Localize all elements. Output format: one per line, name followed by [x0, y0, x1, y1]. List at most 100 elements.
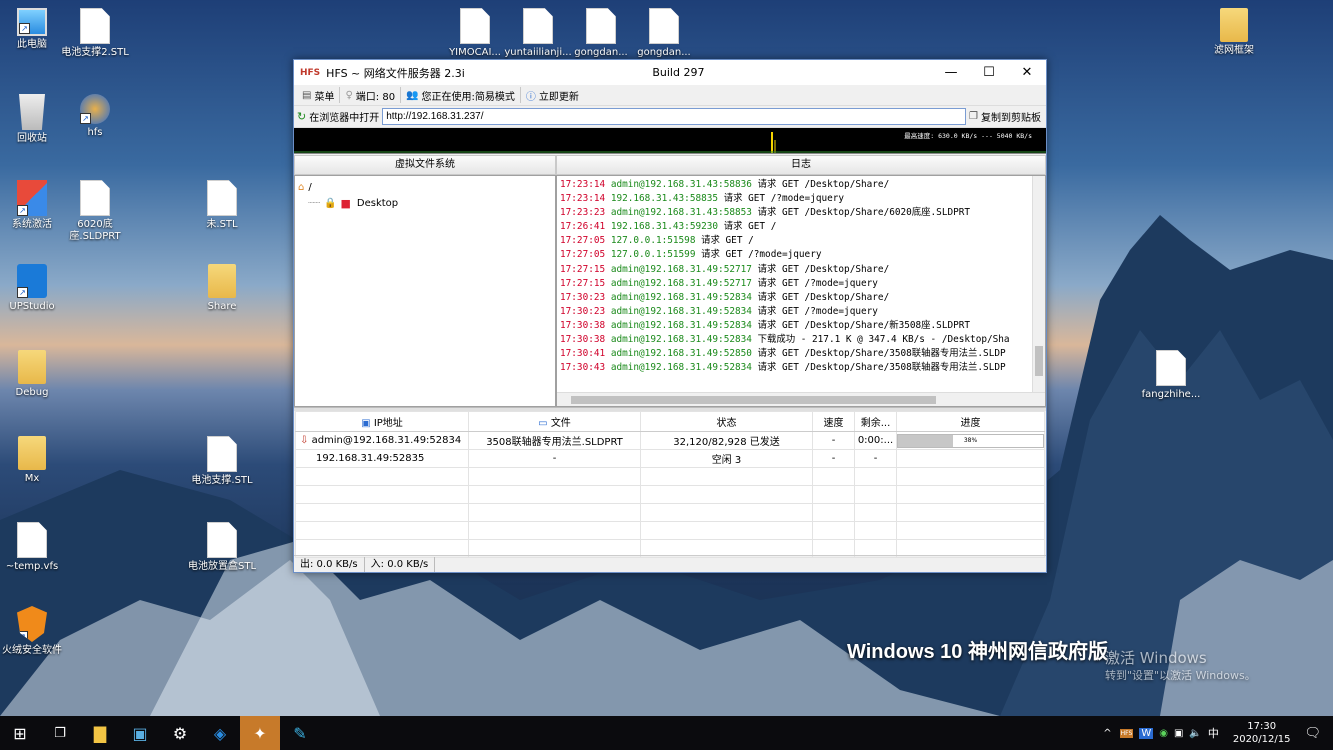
log-time: 17:30:41 [560, 348, 606, 360]
desktop-icon-battery-support-2[interactable]: 电池支撑2.STL [58, 8, 132, 59]
clock[interactable]: 17:30 2020/12/15 [1233, 720, 1291, 746]
hfs-app-icon: ↗ [80, 94, 110, 124]
windows-edition-watermark: Windows 10 神州网信政府版 [847, 641, 1108, 663]
hfs-app-icon: HFS [300, 67, 321, 78]
desktop-icon-upstudio[interactable]: ↗ UPStudio [0, 264, 69, 313]
mode-button[interactable]: 👥 您正在使用:简易模式 [401, 87, 521, 103]
log-line: 17:27:05 127.0.0.1:51598 请求 GET / [557, 234, 1045, 248]
url-field[interactable] [382, 108, 967, 125]
tree-item-desktop[interactable]: ┈┈ 🔒 ■ Desktop [298, 195, 552, 211]
log-time: 17:26:41 [560, 221, 606, 233]
start-icon[interactable]: ⊞ [0, 716, 40, 750]
port-button[interactable]: ♀ 端口: 80 [340, 87, 402, 103]
open-browser-button[interactable]: 在浏览器中打开 [309, 109, 379, 124]
cell-file-text: 3508联轴器专用法兰.SLDPRT [486, 437, 623, 448]
folder-icon [1220, 8, 1248, 42]
tray-chevron-icon[interactable]: ^ [1103, 728, 1111, 739]
empty-cell [295, 521, 469, 540]
desktop-icon-huorong[interactable]: ↗ 火绒安全软件 [0, 606, 69, 657]
upstudio-taskbar-icon[interactable]: ◈ [200, 716, 240, 750]
status-out: 出: 0.0 KB/s [294, 556, 365, 572]
hfs-window: HFS HFS ~ 网络文件服务器 2.3i Build 297 — ☐ ✕ ▤… [293, 59, 1047, 573]
tray-hfs-icon[interactable]: HFS [1119, 728, 1134, 738]
desktop-icon-fangzhihe[interactable]: fangzhihe... [1134, 350, 1208, 401]
log-msg: 请求 GET /Desktop/Share/3508联轴器专用法兰.SLDP [757, 362, 1006, 374]
log-time: 17:30:38 [560, 334, 606, 346]
desktop-icon-battery-support[interactable]: 电池支撑.STL [185, 436, 259, 487]
title-bar[interactable]: HFS HFS ~ 网络文件服务器 2.3i Build 297 — ☐ ✕ [294, 60, 1046, 85]
col-progress[interactable]: 进度 [896, 411, 1045, 432]
desktop-icon-mx[interactable]: Mx [0, 436, 69, 485]
clock-date: 2020/12/15 [1232, 734, 1291, 745]
desktop-icon-wei-stl[interactable]: 未.STL [185, 180, 259, 231]
close-icon[interactable]: ✕ [1008, 65, 1046, 80]
vfs-tree[interactable]: ⌂ / ┈┈ 🔒 ■ Desktop [294, 175, 556, 407]
update-button[interactable]: ⓘ 立即更新 [521, 87, 584, 103]
desktop-icon-hfs[interactable]: ↗ hfs [58, 94, 132, 139]
control-panel-icon[interactable]: ▣ [120, 716, 160, 750]
empty-cell [640, 521, 813, 540]
desktop-icon-temp-vfs[interactable]: ~temp.vfs [0, 522, 69, 573]
cell-speed-text: - [831, 453, 836, 464]
download-icon: ⇩ [300, 435, 312, 446]
tray-volume-icon[interactable]: 🔈 [1189, 728, 1201, 739]
shortcut-arrow-icon: ↗ [19, 23, 30, 34]
tray-ime[interactable]: 中 [1208, 725, 1219, 741]
empty-cell [640, 485, 813, 504]
file-explorer-icon[interactable]: ▇ [80, 716, 120, 750]
empty-cell [295, 467, 469, 486]
desktop-icon-base-6020[interactable]: 6020底座.SLDPRT [58, 180, 132, 243]
desktop-icon-label: 电池支撑2.STL [61, 47, 129, 58]
log-vscroll[interactable] [1032, 176, 1045, 394]
col-ip[interactable]: ▣ IP地址 [295, 411, 469, 432]
desktop-icon-filter-frame[interactable]: 滤网框架 [1197, 8, 1271, 57]
empty-row [295, 521, 1045, 540]
log-time: 17:27:15 [560, 263, 606, 275]
log-addr: 192.168.31.43:58835 [610, 193, 719, 205]
desktop-icon-gongdan-2[interactable]: gongdan... [627, 8, 701, 59]
log-msg: 请求 GET /Desktop/Share/ [757, 263, 890, 275]
desktop-icon-label: ~temp.vfs [5, 561, 59, 572]
file-icon [80, 8, 110, 44]
desktop-icon-battery-box[interactable]: 电池放置盒STL [185, 522, 259, 573]
connections-panel[interactable]: ▣ IP地址 ▭ 文件 状态 速度 剩余... 进度 ⇩ admin@192.1… [295, 411, 1045, 558]
task-view-icon[interactable]: ❐ [40, 716, 80, 750]
bandwidth-graph: 最高速度: 630.0 KB/s --- 5040 KB/s [294, 128, 1046, 154]
lock-icon: 🔒 [324, 197, 337, 209]
col-status[interactable]: 状态 [640, 411, 813, 432]
col-remaining[interactable]: 剩余... [854, 411, 897, 432]
log-hscroll[interactable] [557, 392, 1045, 406]
progress-bar: 38% [897, 433, 1044, 448]
desktop-icon-label: UPStudio [9, 301, 55, 312]
cell-ip: ⇩ admin@192.168.31.49:52834 [295, 431, 469, 450]
connection-row[interactable]: ⇩ admin@192.168.31.49:52834 3508联轴器专用法兰.S… [295, 431, 1045, 450]
col-file[interactable]: ▭ 文件 [468, 411, 641, 432]
desktop-icon-debug[interactable]: Debug [0, 350, 69, 399]
col-speed[interactable]: 速度 [812, 411, 855, 432]
settings-icon[interactable]: ⚙ [160, 716, 200, 750]
empty-cell [812, 485, 855, 504]
log-line: 17:26:41 192.168.31.43:59230 请求 GET / [557, 220, 1045, 234]
maximize-icon[interactable]: ☐ [970, 65, 1008, 80]
log-msg: 请求 GET /?mode=jquery [757, 277, 878, 289]
empty-row [295, 503, 1045, 522]
notification-icon[interactable]: 🗨 [1304, 726, 1321, 741]
tray-wechat-icon[interactable]: ◉ [1159, 728, 1168, 739]
minimize-icon[interactable]: — [932, 65, 970, 80]
info-icon: ⓘ [525, 91, 536, 103]
paint-taskbar-icon[interactable]: ✎ [280, 716, 320, 750]
connection-row[interactable]: 192.168.31.49:52835 - 空闲 3 - - [295, 449, 1045, 468]
log-addr: 127.0.0.1:51599 [610, 249, 696, 261]
log-panel[interactable]: 17:23:14 admin@192.168.31.43:58836 请求 GE… [556, 175, 1046, 407]
tree-root-item[interactable]: ⌂ / [298, 179, 552, 195]
hfs-taskbar-icon[interactable]: ✦ [240, 716, 280, 750]
cell-ip-text: admin@192.168.31.49:52834 [311, 435, 462, 446]
menu-button[interactable]: ▤ 菜单 [297, 87, 341, 103]
port-label: 端口: 80 [355, 91, 396, 103]
empty-cell [295, 503, 469, 522]
tray-network-icon[interactable]: ▣ [1174, 728, 1183, 739]
copy-clipboard-button[interactable]: 复制到剪贴板 [981, 109, 1041, 124]
desktop-icon-share[interactable]: Share [185, 264, 259, 313]
empty-cell [468, 503, 641, 522]
tray-wps-icon[interactable]: W [1139, 727, 1154, 739]
